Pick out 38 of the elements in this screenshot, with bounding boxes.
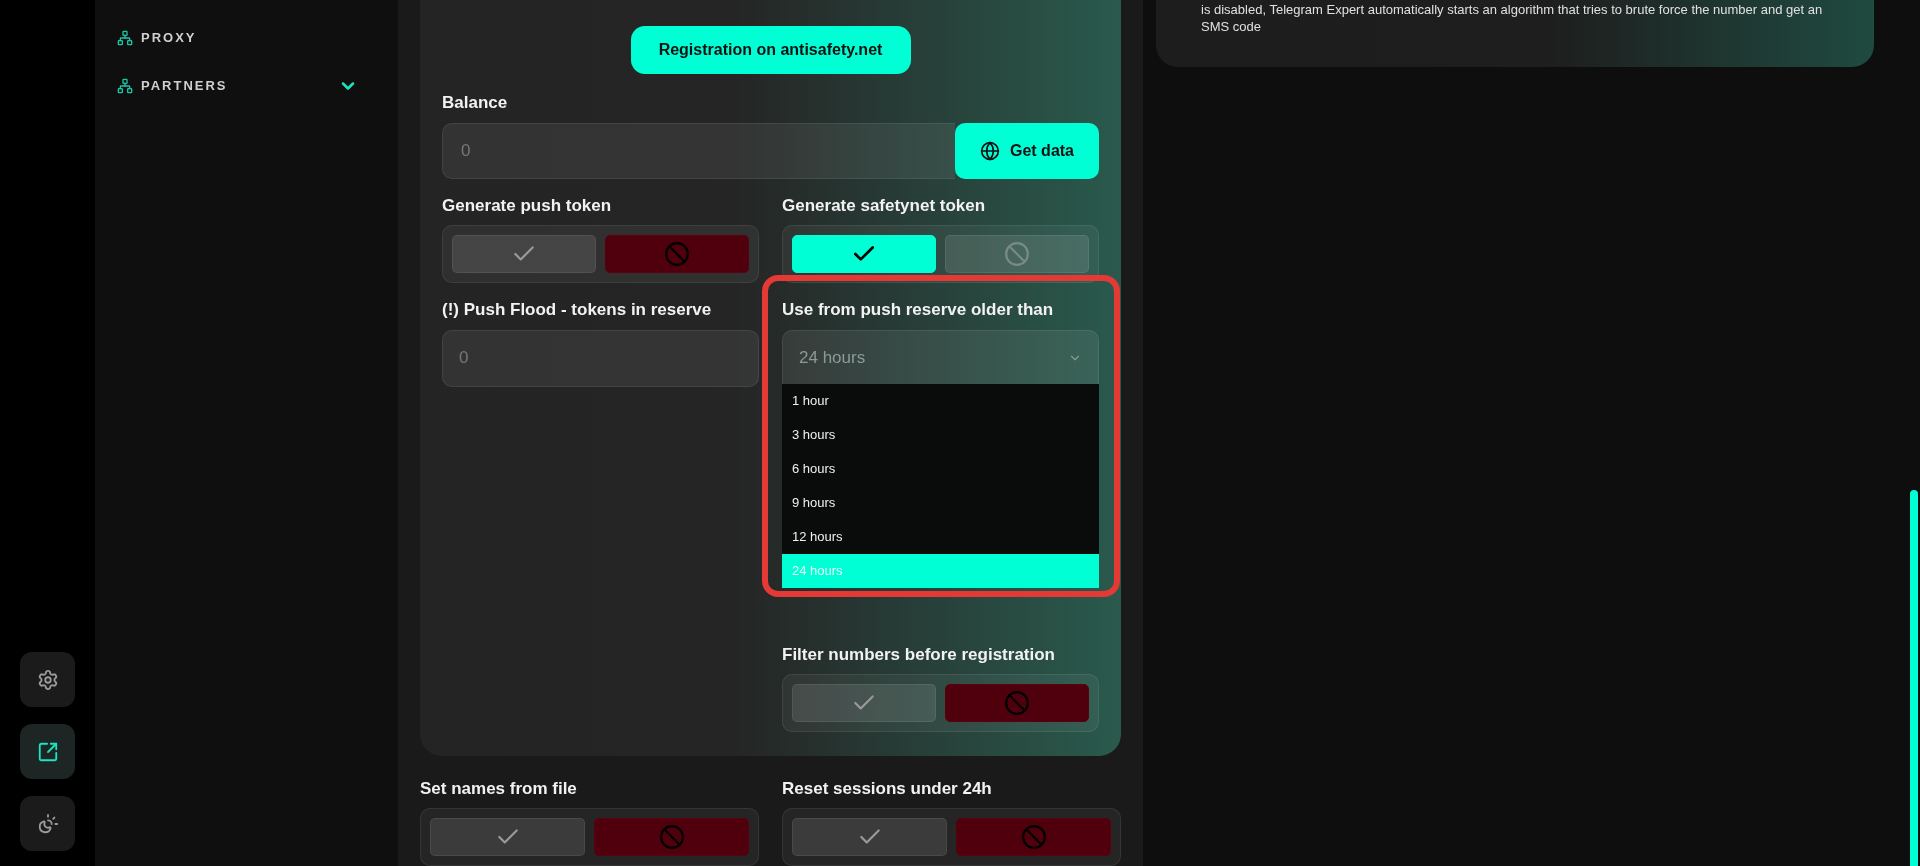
field-label: (!) Push Flood - tokens in reserve: [442, 299, 713, 321]
field-label: Generate push token: [442, 194, 613, 217]
forbidden-icon: [658, 824, 685, 850]
sidebar-item[interactable]: PROXY: [117, 28, 358, 48]
dropdown-option[interactable]: 9 hours: [782, 486, 1099, 520]
field-label: Balance: [442, 92, 509, 114]
network-icon: [117, 29, 133, 46]
registration-button[interactable]: Registration on antisafety.net: [630, 26, 911, 74]
dropdown-option[interactable]: 6 hours: [782, 452, 1099, 486]
field-label: Use from push reserve older than: [782, 299, 1055, 321]
dropdown-option[interactable]: 12 hours: [782, 520, 1099, 554]
dropdown-option[interactable]: 1 hour: [782, 384, 1099, 418]
no-button[interactable]: [945, 684, 1089, 722]
rail-button[interactable]: [20, 652, 75, 707]
sun-moon-icon: [36, 812, 59, 835]
field-label: Generate safetynet token: [782, 194, 987, 217]
settings-icon: [36, 668, 59, 691]
field-label: Reset sessions under 24h: [782, 777, 993, 800]
network-icon: [117, 77, 133, 94]
dropdown-option[interactable]: 3 hours: [782, 418, 1099, 452]
globe-icon: [980, 140, 1000, 161]
field-label: Filter numbers before registration: [782, 643, 1056, 666]
forbidden-icon: [1004, 241, 1030, 267]
forbidden-icon: [1020, 824, 1047, 850]
forbidden-icon: [664, 241, 690, 267]
get-data-button[interactable]: Get data: [955, 122, 1099, 179]
share-icon: [36, 740, 59, 763]
no-button[interactable]: [956, 818, 1111, 856]
forbidden-icon: [1004, 690, 1030, 716]
no-button[interactable]: [605, 235, 749, 273]
duration-select[interactable]: 24 hours: [782, 329, 1099, 387]
sidebar-item[interactable]: PARTNERS: [117, 75, 358, 96]
no-button[interactable]: [594, 818, 749, 856]
yes-button[interactable]: [792, 235, 936, 273]
info-text: is disabled, Telegram Expert automatically starts an algorithm that tries to brute force the number and get an SMS code: [1201, 1, 1824, 35]
rail-button[interactable]: [20, 796, 75, 851]
field-label: Set names from file: [420, 777, 578, 800]
rail-button[interactable]: [20, 724, 75, 779]
